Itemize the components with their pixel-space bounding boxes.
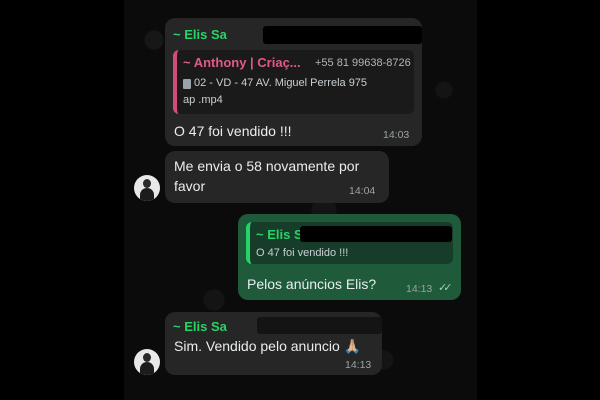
document-icon <box>183 79 191 89</box>
incoming-message-bubble[interactable]: Me envia o 58 novamente por favor 14:04 <box>165 151 389 203</box>
chat-area[interactable]: ~ Elis Sa ~ Anthony | Criaç... +55 81 99… <box>124 0 477 400</box>
message-time: 14:04 <box>349 185 376 197</box>
double-check-icon: ✓✓ <box>438 282 453 294</box>
message-time: 14:13 <box>406 283 433 295</box>
quoted-message[interactable]: ~ Anthony | Criaç... +55 81 99638-8726 0… <box>173 50 414 114</box>
quoted-file-name-line2: ap .mp4 <box>183 94 223 106</box>
incoming-message-bubble[interactable]: ~ Elis Sa Sim. Vendido pelo anuncio 🙏🏼 1… <box>165 312 382 375</box>
message-text-line1: Me envia o 58 novamente por <box>174 158 360 174</box>
redacted-area <box>300 226 452 242</box>
quoted-sender-name: ~ Anthony | Criaç... <box>183 55 301 70</box>
quoted-sender-phone: +55 81 99638-8726 <box>315 57 411 69</box>
quoted-sender-name: ~ Elis S <box>256 227 303 242</box>
quoted-file-name-line1: 02 - VD - 47 AV. Miguel Perrela 975 <box>194 77 368 89</box>
redacted-area <box>263 26 422 44</box>
outgoing-message-bubble[interactable]: ~ Elis S O 47 foi vendido !!! Pelos anún… <box>238 214 461 300</box>
message-text: Pelos anúncios Elis? <box>247 276 377 292</box>
sender-name[interactable]: ~ Elis Sa <box>173 27 227 42</box>
message-time: 14:13 <box>345 359 372 371</box>
redacted-area <box>257 317 382 334</box>
quoted-message[interactable]: ~ Elis S O 47 foi vendido !!! <box>246 222 453 264</box>
message-text: Sim. Vendido pelo anuncio 🙏🏼 <box>174 338 362 354</box>
message-text: O 47 foi vendido !!! <box>174 123 292 139</box>
message-text-line2: favor <box>174 178 206 194</box>
message-time: 14:03 <box>383 129 410 141</box>
contact-avatar[interactable] <box>134 349 160 375</box>
quoted-message-text: O 47 foi vendido !!! <box>256 247 349 259</box>
contact-avatar[interactable] <box>134 175 160 201</box>
incoming-message-bubble[interactable]: ~ Elis Sa ~ Anthony | Criaç... +55 81 99… <box>165 18 422 146</box>
sender-name[interactable]: ~ Elis Sa <box>173 319 227 334</box>
